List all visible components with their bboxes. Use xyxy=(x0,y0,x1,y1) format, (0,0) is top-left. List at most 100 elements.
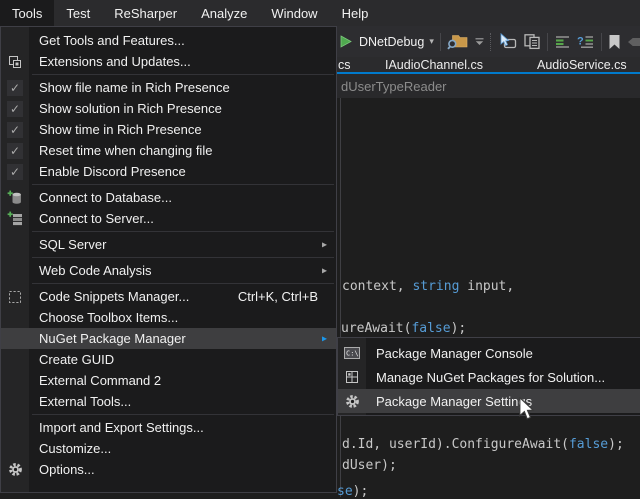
submenu-item-manage-nuget-packages-for-solution[interactable]: Manage NuGet Packages for Solution... xyxy=(338,365,640,389)
menu-item-external-command-2[interactable]: External Command 2 xyxy=(1,370,336,391)
menu-item-label: Get Tools and Features... xyxy=(39,33,185,48)
menu-item-import-and-export-settings[interactable]: Import and Export Settings... xyxy=(1,417,336,438)
menu-item-label: Connect to Database... xyxy=(39,190,172,205)
menu-item-extensions-and-updates[interactable]: Extensions and Updates... xyxy=(1,51,336,72)
menu-item-connect-to-database[interactable]: Connect to Database... xyxy=(1,187,336,208)
menubar-item-tools[interactable]: Tools xyxy=(0,0,54,26)
menu-item-label: SQL Server xyxy=(39,237,106,252)
code-line: d.Id, userId).ConfigureAwait(false); xyxy=(342,437,624,452)
vs-ide-window: { "menubar": { "active_item": "Tools", "… xyxy=(0,0,640,497)
silent-cleanup-icon[interactable]: ? xyxy=(577,34,595,49)
submenu-item-package-manager-settings[interactable]: Package Manager Settings xyxy=(338,389,640,413)
menu-item-customize[interactable]: Customize... xyxy=(1,438,336,459)
menu-item-icon-slot xyxy=(1,417,29,438)
svg-text:?: ? xyxy=(577,36,584,48)
menu-item-external-tools[interactable]: External Tools... xyxy=(1,391,336,412)
checkmark-icon: ✓ xyxy=(7,122,23,138)
menu-item-label: Enable Discord Presence xyxy=(39,164,186,179)
document-tab[interactable]: cs xyxy=(338,58,351,72)
menu-item-label: External Command 2 xyxy=(39,373,161,388)
gear-icon xyxy=(345,394,360,409)
menu-item-icon-slot xyxy=(1,459,29,480)
menu-item-get-tools-and-features[interactable]: Get Tools and Features... xyxy=(1,30,336,51)
menubar-item-analyze[interactable]: Analyze xyxy=(189,0,259,26)
menu-item-label: Options... xyxy=(39,462,95,477)
run-configuration-label: DNetDebug xyxy=(359,35,424,49)
checkmark-icon: ✓ xyxy=(7,164,23,180)
toolbar-separator xyxy=(490,33,492,51)
menu-item-label: External Tools... xyxy=(39,394,131,409)
menubar-item-window[interactable]: Window xyxy=(259,0,329,26)
menubar-item-test[interactable]: Test xyxy=(54,0,102,26)
toolbar-content: DNetDebug ▾ ? xyxy=(339,26,640,57)
menubar-item-help[interactable]: Help xyxy=(330,0,381,26)
menu-item-options[interactable]: Options... xyxy=(1,459,336,480)
navigate-pointer-icon[interactable] xyxy=(498,33,517,50)
snippets-icon xyxy=(8,290,22,304)
menu-item-icon-slot xyxy=(1,208,29,229)
menu-item-icon-slot xyxy=(1,328,29,349)
menu-item-icon-slot xyxy=(1,370,29,391)
menu-item-choose-toolbox-items[interactable]: Choose Toolbox Items... xyxy=(1,307,336,328)
menu-item-icon-slot: ✓ xyxy=(1,77,29,98)
bookmark-icon[interactable] xyxy=(608,34,621,50)
code-line: context, string input, xyxy=(342,279,514,294)
menu-item-icon-slot xyxy=(1,349,29,370)
dropdown-caret-icon[interactable] xyxy=(475,37,484,46)
code-keyword: false xyxy=(411,321,450,336)
toolbar-separator xyxy=(440,33,441,51)
menu-item-label: Web Code Analysis xyxy=(39,263,152,278)
nuget-manage-icon xyxy=(345,370,359,384)
toolbar-separator xyxy=(601,33,602,51)
menu-item-code-snippets-manager[interactable]: Code Snippets Manager...Ctrl+K, Ctrl+B xyxy=(1,286,336,307)
breadcrumb[interactable]: dUserTypeReader xyxy=(341,79,447,94)
menu-item-icon-slot xyxy=(1,187,29,208)
menu-item-label: Choose Toolbox Items... xyxy=(39,310,178,325)
menu-item-icon-slot xyxy=(1,30,29,51)
code-text: ureAwait( xyxy=(341,321,411,336)
menu-item-label: Code Snippets Manager... xyxy=(39,289,189,304)
menu-item-icon-slot: ✓ xyxy=(1,98,29,119)
code-line: ureAwait(false); xyxy=(341,321,466,336)
menu-item-reset-time-when-changing-file[interactable]: ✓Reset time when changing file xyxy=(1,140,336,161)
menu-item-icon-slot xyxy=(338,365,366,389)
menu-item-nuget-package-manager[interactable]: NuGet Package Manager ▸ xyxy=(1,328,336,349)
menu-item-connect-to-server[interactable]: Connect to Server... xyxy=(1,208,336,229)
copy-code-icon[interactable] xyxy=(523,33,541,50)
submenu-arrow-icon: ▸ xyxy=(322,265,327,276)
chevron-down-icon: ▾ xyxy=(429,37,434,46)
menu-item-label: Package Manager Settings xyxy=(376,394,532,409)
server-add-icon xyxy=(7,211,23,227)
checkmark-icon: ✓ xyxy=(7,143,23,159)
submenu-arrow-icon: ▸ xyxy=(322,333,327,344)
menu-item-label: Show time in Rich Presence xyxy=(39,122,202,137)
menu-item-label: Show solution in Rich Presence xyxy=(39,101,222,116)
checkmark-icon: ✓ xyxy=(7,101,23,117)
code-text: input, xyxy=(459,279,514,294)
bookmark-prev-icon[interactable] xyxy=(627,35,640,49)
menu-item-create-guid[interactable]: Create GUID xyxy=(1,349,336,370)
menu-item-label: Manage NuGet Packages for Solution... xyxy=(376,370,605,385)
menu-item-label: NuGet Package Manager xyxy=(39,331,186,346)
menu-item-web-code-analysis[interactable]: Web Code Analysis ▸ xyxy=(1,260,336,281)
menu-item-show-time-in-rich-presence[interactable]: ✓ Show time in Rich Presence xyxy=(1,119,336,140)
document-tab[interactable]: IAudioChannel.cs xyxy=(385,58,483,72)
menu-item-icon-slot: ✓ xyxy=(1,119,29,140)
menu-item-sql-server[interactable]: SQL Server▸ xyxy=(1,234,336,255)
code-cleanup-icon[interactable] xyxy=(554,35,571,49)
menu-item-label: Package Manager Console xyxy=(376,346,533,361)
run-configuration-dropdown[interactable]: DNetDebug ▾ xyxy=(359,35,434,49)
start-debug-play-icon[interactable] xyxy=(339,34,353,49)
menu-item-show-solution-in-rich-presence[interactable]: ✓ Show solution in Rich Presence xyxy=(1,98,336,119)
document-tab[interactable]: AudioService.cs xyxy=(537,58,627,72)
menu-bar: ToolsTestReSharperAnalyzeWindowHelp xyxy=(0,0,640,26)
menubar-item-resharper[interactable]: ReSharper xyxy=(102,0,189,26)
gear-icon xyxy=(8,462,23,477)
menu-item-enable-discord-presence[interactable]: ✓ Enable Discord Presence xyxy=(1,161,336,182)
menu-item-show-file-name-in-rich-presence[interactable]: ✓Show file name in Rich Presence xyxy=(1,77,336,98)
code-keyword: false xyxy=(569,437,608,452)
search-folder-icon[interactable] xyxy=(447,32,469,51)
menu-item-icon-slot xyxy=(1,391,29,412)
submenu-item-package-manager-console[interactable]: C:\Package Manager Console xyxy=(338,341,640,365)
editor-margin-rule xyxy=(340,98,341,497)
